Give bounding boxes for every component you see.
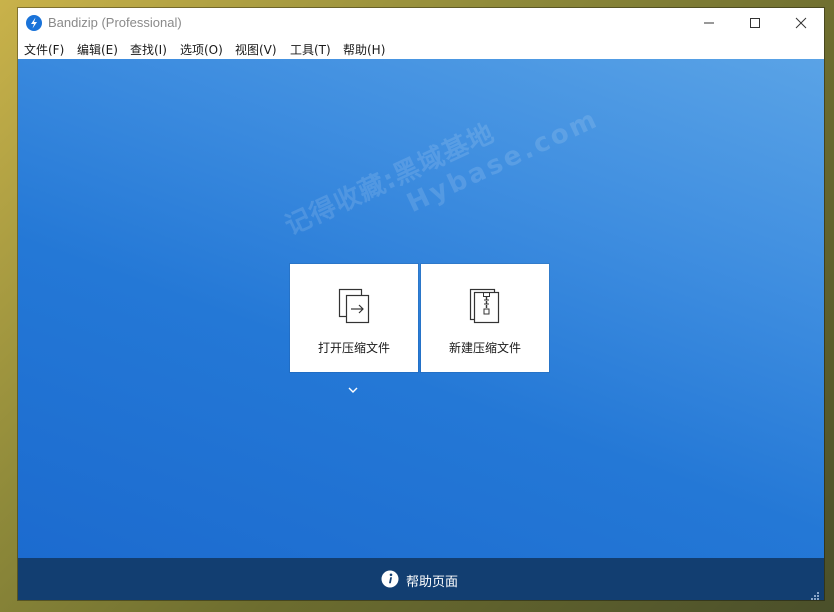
- resize-grip-icon[interactable]: [808, 586, 820, 605]
- main-area: 记得收藏:黑域基地 Hybase.com 打开压缩文件 新建压缩文件: [18, 59, 824, 558]
- open-archive-button[interactable]: 打开压缩文件: [290, 264, 418, 372]
- menu-help[interactable]: 帮助(H): [343, 41, 385, 58]
- chevron-down-icon[interactable]: [347, 379, 359, 398]
- close-button[interactable]: [778, 8, 824, 38]
- title-bar[interactable]: Bandizip (Professional): [18, 8, 824, 38]
- bandizip-window: Bandizip (Professional) 文件(F) 编辑(E) 查找(I…: [18, 8, 824, 600]
- menu-find[interactable]: 查找(I): [130, 41, 167, 58]
- menu-edit[interactable]: 编辑(E): [77, 41, 118, 58]
- info-icon: [381, 570, 399, 592]
- menu-view[interactable]: 视图(V): [235, 41, 277, 58]
- zip-archive-icon: [469, 288, 503, 328]
- help-bar[interactable]: 帮助页面: [18, 558, 824, 600]
- close-icon: [795, 17, 807, 29]
- maximize-button[interactable]: [732, 8, 778, 38]
- open-archive-icon: [338, 288, 372, 328]
- open-archive-label: 打开压缩文件: [317, 341, 390, 355]
- watermark: 记得收藏:黑域基地 Hybase.com: [278, 70, 604, 269]
- menu-tools[interactable]: 工具(T): [290, 41, 331, 58]
- bandizip-logo-icon: [26, 15, 42, 31]
- maximize-icon: [750, 18, 760, 28]
- watermark-line-2: Hybase.com: [402, 103, 604, 220]
- new-archive-label: 新建压缩文件: [448, 341, 521, 355]
- help-page-link[interactable]: 帮助页面: [406, 571, 458, 590]
- new-archive-button[interactable]: 新建压缩文件: [421, 264, 549, 372]
- minimize-button[interactable]: [686, 8, 732, 38]
- watermark-line-1: 记得收藏:黑域基地: [280, 118, 500, 242]
- menu-file[interactable]: 文件(F): [24, 41, 64, 58]
- menu-options[interactable]: 选项(O): [180, 41, 223, 58]
- minimize-icon: [704, 22, 714, 24]
- window-title: Bandizip (Professional): [48, 15, 182, 30]
- menu-bar: 文件(F) 编辑(E) 查找(I) 选项(O) 视图(V) 工具(T) 帮助(H…: [18, 38, 824, 59]
